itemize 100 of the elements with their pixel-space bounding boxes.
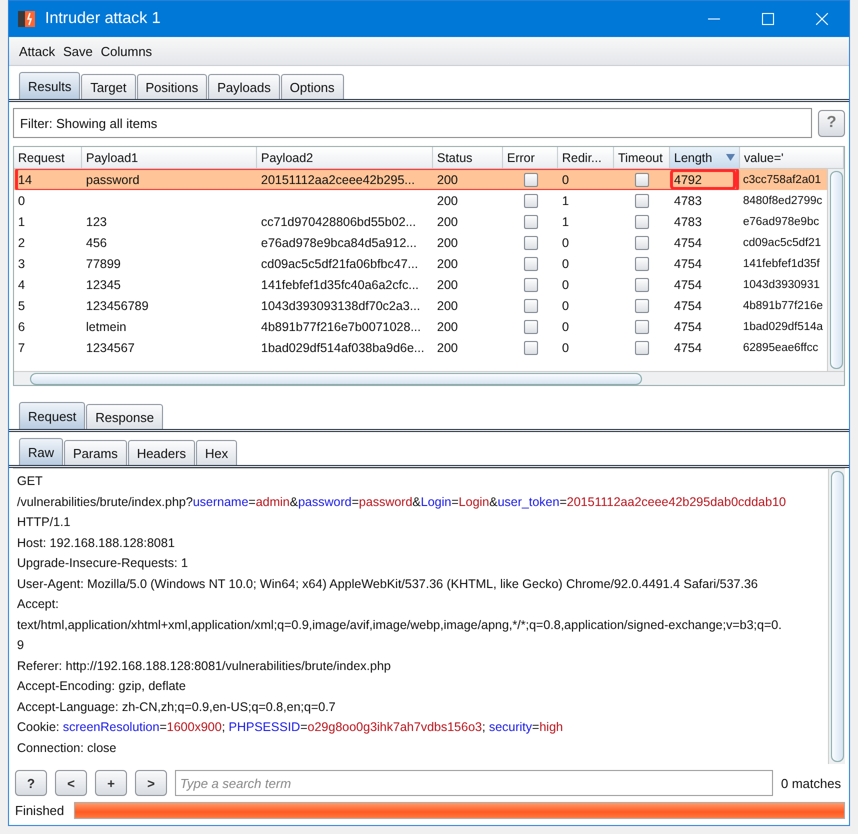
column-header[interactable]: Status bbox=[433, 147, 503, 169]
checkbox[interactable] bbox=[524, 172, 538, 186]
search-nav-button[interactable]: > bbox=[135, 770, 167, 796]
window-title: Intruder attack 1 bbox=[45, 10, 162, 28]
table-cell-text: 3 bbox=[17, 256, 26, 270]
table-cell-text: e76ad978e9bc bbox=[742, 216, 820, 228]
search-nav-button[interactable]: ? bbox=[15, 770, 47, 796]
table-cell-text: 200 bbox=[436, 340, 459, 354]
table-cell-text: 0 bbox=[17, 194, 26, 208]
table-cell-text: 0 bbox=[561, 298, 570, 312]
table-cell-text: 4754 bbox=[673, 276, 703, 294]
menu-item[interactable]: Attack bbox=[19, 44, 56, 58]
checkbox[interactable] bbox=[635, 256, 649, 270]
request-line: Upgrade-Insecure-Requests: 1 bbox=[17, 555, 189, 572]
table-cell-text: password bbox=[85, 172, 140, 186]
checkbox[interactable] bbox=[524, 236, 538, 250]
sort-descending-icon bbox=[726, 154, 735, 161]
column-header[interactable]: Redir... bbox=[558, 147, 614, 169]
table-cell-text: cd09ac5c5df21fa06bfbc47... bbox=[260, 256, 420, 270]
checkbox[interactable] bbox=[635, 298, 649, 312]
table-cell-text: 123456789 bbox=[85, 298, 150, 312]
maximize-icon bbox=[762, 13, 774, 25]
checkbox[interactable] bbox=[635, 320, 649, 334]
tab[interactable]: Request bbox=[19, 402, 86, 429]
checkbox[interactable] bbox=[635, 236, 649, 250]
column-header[interactable]: Length bbox=[670, 147, 740, 169]
request-line: GET bbox=[17, 473, 44, 490]
vertical-scrollbar[interactable] bbox=[827, 169, 844, 371]
table-cell-text: 4b891b77f216e7b0071028... bbox=[260, 320, 422, 334]
tab[interactable]: Response bbox=[86, 404, 163, 429]
request-line: Connection: close bbox=[17, 740, 118, 756]
table-cell-text: 200 bbox=[436, 214, 459, 228]
search-field[interactable]: Type a search term bbox=[175, 770, 774, 796]
tab[interactable]: Results bbox=[19, 72, 80, 99]
tab[interactable]: Headers bbox=[128, 440, 195, 465]
tab[interactable]: Options bbox=[280, 74, 344, 99]
tab[interactable]: Hex bbox=[196, 440, 238, 465]
table-cell-text: 4b891b77f216e bbox=[742, 300, 824, 312]
table-cell-text: 200 bbox=[436, 236, 459, 250]
column-header[interactable]: Error bbox=[503, 147, 558, 169]
table-cell-text: 1 bbox=[561, 194, 570, 208]
request-line: User-Agent: Mozilla/5.0 (Windows NT 10.0; Win64; x64) AppleWebKit/537.36 (KHTML, like Gecko) Chrome/92.0.4491.4 Safari/537.36 bbox=[17, 576, 759, 593]
help-button[interactable]: ? bbox=[818, 110, 845, 136]
tab[interactable]: Target bbox=[81, 74, 136, 99]
request-line: Host: 192.168.188.128:8081 bbox=[17, 534, 176, 552]
column-header[interactable]: Payload1 bbox=[82, 147, 257, 169]
table-cell-text: 4 bbox=[17, 278, 26, 292]
checkbox[interactable] bbox=[524, 298, 538, 312]
table-cell-text: 4783 bbox=[673, 214, 703, 230]
request-line: Accept-Encoding: gzip, deflate bbox=[17, 678, 187, 695]
checkbox[interactable] bbox=[524, 278, 538, 292]
tab[interactable]: Payloads bbox=[208, 74, 280, 99]
table-cell-text: 12345 bbox=[85, 278, 122, 292]
table-cell-text: 0 bbox=[561, 172, 570, 186]
search-nav-button[interactable]: < bbox=[55, 770, 87, 796]
table-cell-text: 62895eae6ffcc bbox=[742, 342, 820, 354]
column-header[interactable]: Request bbox=[14, 147, 82, 169]
checkbox[interactable] bbox=[524, 214, 538, 228]
table-cell-text: 2 bbox=[17, 236, 26, 250]
match-count: 0 matches bbox=[781, 776, 841, 790]
table-cell-text: 77899 bbox=[85, 256, 122, 270]
checkbox[interactable] bbox=[635, 278, 649, 292]
horizontal-scrollbar[interactable] bbox=[14, 371, 844, 385]
table-cell-text: 1bad029df514a bbox=[742, 320, 824, 332]
table-cell-text: 200 bbox=[436, 172, 459, 186]
table-cell-text: 1234567 bbox=[85, 340, 136, 354]
table-cell-text: 200 bbox=[436, 278, 459, 292]
table-row[interactable]: 14 password 20151112aa2ceee42b295... 200 0 4792 c3cc758af2a01 bbox=[14, 169, 827, 190]
filter-bar[interactable]: Filter: Showing all items bbox=[13, 108, 812, 138]
request-line: HTTP/1.1 bbox=[17, 514, 72, 531]
checkbox[interactable] bbox=[524, 340, 538, 354]
request-line: 9 bbox=[17, 637, 25, 654]
table-cell-text: 0 bbox=[561, 340, 570, 354]
table-cell-text: 4754 bbox=[673, 340, 703, 356]
checkbox[interactable] bbox=[635, 172, 649, 186]
table-cell-text: 141febfef1d35fc40a6a2cfc... bbox=[260, 278, 420, 292]
checkbox[interactable] bbox=[524, 256, 538, 270]
vertical-scrollbar[interactable] bbox=[828, 469, 845, 764]
table-cell-text: cc71d970428806bd55b02... bbox=[260, 214, 418, 228]
menu-item[interactable]: Save bbox=[63, 44, 93, 58]
table-cell-text: 4754 bbox=[673, 256, 703, 272]
tab[interactable]: Positions bbox=[136, 74, 208, 99]
tab[interactable]: Params bbox=[64, 440, 127, 465]
table-cell-text: 20151112aa2ceee42b295... bbox=[260, 172, 416, 186]
app-logo-icon bbox=[17, 9, 37, 29]
checkbox[interactable] bbox=[635, 214, 649, 228]
checkbox[interactable] bbox=[635, 194, 649, 208]
request-line: text/html,application/xhtml+xml,application/xml;q=0.9,image/avif,image/webp,image/apng,*/*;q=0.8,application/signed-exchange;v=b3;q=0. bbox=[17, 616, 783, 634]
search-nav-button[interactable]: + bbox=[95, 770, 127, 796]
column-header[interactable]: Payload2 bbox=[257, 147, 433, 169]
table-cell-text: 4754 bbox=[673, 298, 703, 314]
tab[interactable]: Raw bbox=[19, 438, 64, 465]
checkbox[interactable] bbox=[635, 340, 649, 354]
checkbox[interactable] bbox=[524, 194, 538, 208]
request-line: Accept: bbox=[17, 596, 60, 613]
table-cell-text: 0 bbox=[561, 278, 570, 292]
table-cell-text: 4754 bbox=[673, 234, 703, 252]
checkbox[interactable] bbox=[524, 320, 538, 334]
menu-item[interactable]: Columns bbox=[100, 44, 152, 58]
table-cell-text: 456 bbox=[85, 236, 108, 250]
